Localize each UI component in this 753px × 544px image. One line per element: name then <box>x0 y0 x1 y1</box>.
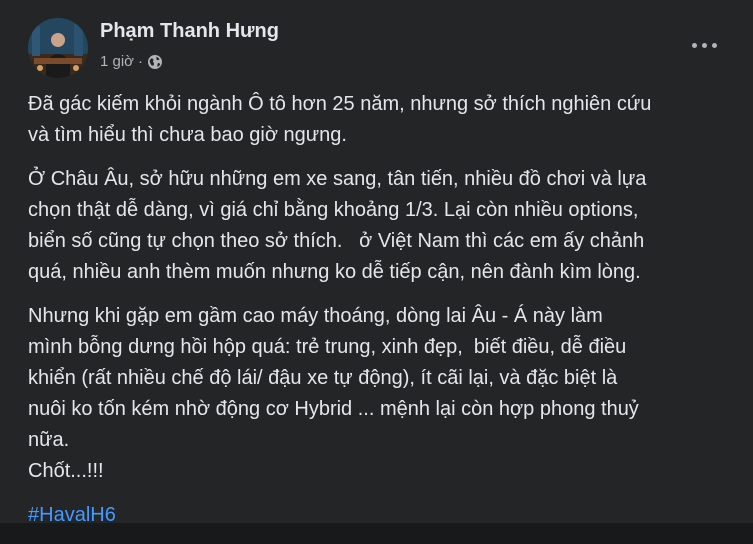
post-paragraph: #HavalH6 <box>28 500 740 531</box>
text-line: và tìm hiểu thì chưa bao giờ ngưng. <box>28 124 347 146</box>
post-paragraph: Đã gác kiếm khỏi ngành Ô tô hơn 25 năm, … <box>28 89 740 151</box>
avatar[interactable] <box>28 18 88 78</box>
author-name[interactable]: Phạm Thanh Hưng <box>100 20 279 43</box>
post-body: Đã gác kiếm khỏi ngành Ô tô hơn 25 năm, … <box>28 89 740 544</box>
post-paragraph: Nhưng khi gặp em gầm cao máy thoáng, dòn… <box>28 301 740 487</box>
post-timestamp[interactable]: 1 giờ <box>100 53 134 70</box>
text-line: Ở Châu Âu, sở hữu những em xe sang, tân … <box>28 168 647 190</box>
text-line: mình bỗng dưng hồi hộp quá: trẻ trung, x… <box>28 336 627 358</box>
text-line: biển số cũng tự chọn theo sở thích. ở Vi… <box>28 230 645 252</box>
text-line: khiển (rất nhiều chế độ lái/ đậu xe tự đ… <box>28 367 618 389</box>
post-paragraph: Ở Châu Âu, sở hữu những em xe sang, tân … <box>28 164 740 288</box>
avatar-image <box>28 18 88 78</box>
more-horizontal-icon <box>701 42 707 48</box>
more-options-button[interactable] <box>686 30 722 60</box>
post-meta: 1 giờ · <box>100 53 163 70</box>
meta-separator: · <box>138 53 144 70</box>
more-horizontal-icon <box>711 42 717 48</box>
text-line: quá, nhiều anh thèm muốn nhưng ko dễ tiế… <box>28 261 641 283</box>
text-line: Nhưng khi gặp em gầm cao máy thoáng, dòn… <box>28 305 603 327</box>
text-line: Chốt...!!! <box>28 460 104 482</box>
globe-icon[interactable] <box>147 54 163 70</box>
text-line: chọn thật dễ dàng, vì giá chỉ bằng khoản… <box>28 199 639 221</box>
text-line: nuôi ko tốn kém nhờ động cơ Hybrid ... m… <box>28 398 639 420</box>
text-line: Đã gác kiếm khỏi ngành Ô tô hơn 25 năm, … <box>28 93 652 115</box>
post-card: Phạm Thanh Hưng 1 giờ · Đã gác kiếm khỏi… <box>0 0 753 526</box>
text-line: nữa. <box>28 429 70 451</box>
more-horizontal-icon <box>691 42 697 48</box>
